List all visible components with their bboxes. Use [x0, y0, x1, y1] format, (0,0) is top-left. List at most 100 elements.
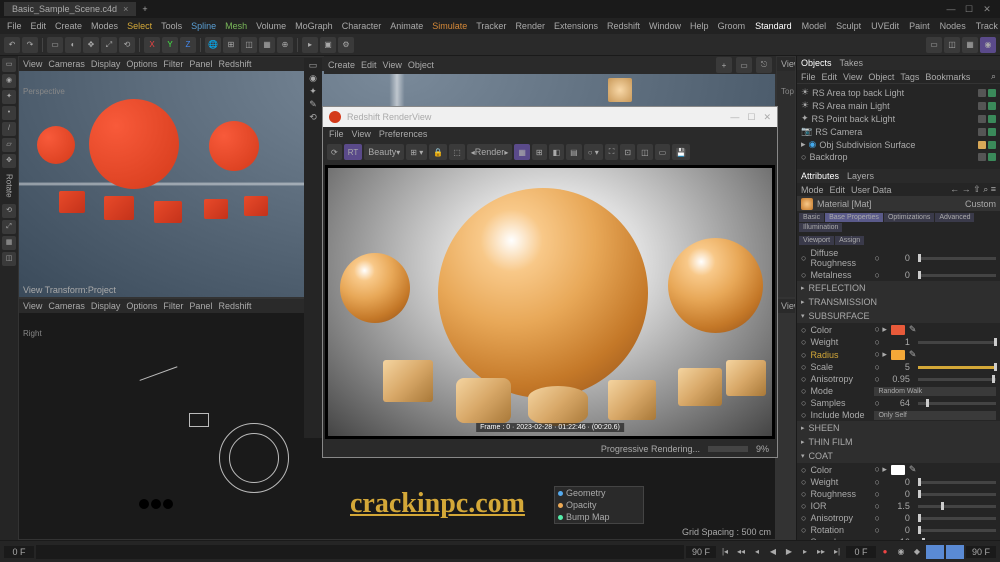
cameras-menu[interactable]: Cameras — [48, 59, 85, 69]
point-mode-icon[interactable]: • — [2, 106, 16, 120]
slider[interactable] — [918, 366, 996, 369]
marker-icon[interactable] — [926, 545, 944, 559]
autokey-icon[interactable]: ◉ — [894, 545, 908, 559]
node-port[interactable]: Geometry — [566, 488, 606, 498]
link-icon[interactable]: ⎋ — [756, 57, 772, 73]
close-icon[interactable]: ✕ — [763, 112, 771, 123]
next-frame-icon[interactable]: ▸ — [798, 545, 812, 559]
attr-edit-menu[interactable]: Edit — [830, 185, 846, 195]
render-window-titlebar[interactable]: Redshift RenderView — ☐ ✕ — [323, 107, 777, 127]
tab-basic[interactable]: Basic — [799, 213, 824, 222]
display-menu[interactable]: Display — [91, 59, 121, 69]
obj-edit-menu[interactable]: Edit — [822, 72, 838, 82]
render-canvas[interactable]: Frame : 0 · 2023-02-28 · 01:22:46 · (00:… — [325, 165, 775, 439]
render-settings-icon[interactable]: ⚙ — [338, 37, 354, 53]
document-tab[interactable]: Basic_Sample_Scene.c4d × — [4, 2, 136, 16]
slider[interactable] — [918, 505, 996, 508]
tool-icon[interactable]: ▭ — [309, 60, 318, 71]
range-end-field[interactable]: 90 F — [966, 546, 996, 558]
expand-icon[interactable]: ▸ — [801, 139, 806, 150]
refresh-icon[interactable]: ⟳ — [327, 144, 342, 160]
coord-icon[interactable]: ⊕ — [277, 37, 293, 53]
preset-dropdown[interactable]: Custom — [965, 199, 996, 209]
snap-icon[interactable]: ⊞ — [223, 37, 239, 53]
tab-optimizations[interactable]: Optimizations — [884, 213, 934, 222]
prop-value[interactable]: 0 — [884, 270, 914, 280]
slider[interactable] — [918, 481, 996, 484]
rotate-tool-icon[interactable]: ⟲ — [2, 204, 16, 218]
eyedropper-icon[interactable]: ✎ — [909, 349, 917, 360]
layout-icon[interactable]: ◉ — [980, 37, 996, 53]
slider[interactable] — [918, 402, 996, 405]
obj-file-menu[interactable]: File — [801, 72, 816, 82]
layout-standard[interactable]: Standard — [752, 20, 795, 32]
prop-value[interactable]: 1 — [884, 337, 914, 347]
filter-menu[interactable]: Filter — [163, 59, 183, 69]
lock-icon[interactable]: 🔒 — [429, 144, 447, 160]
section-coat[interactable]: ▾COAT — [797, 449, 1000, 463]
layout-sculpt[interactable]: Sculpt — [833, 20, 864, 32]
node-port[interactable]: Opacity — [566, 500, 597, 510]
menu-mesh[interactable]: Mesh — [222, 20, 250, 32]
redshift-menu[interactable]: Redshift — [218, 59, 251, 69]
slider[interactable] — [918, 257, 996, 260]
aov-icon[interactable]: ⊞ ▾ — [406, 144, 427, 160]
layers-tab[interactable]: Layers — [847, 171, 874, 181]
add-icon[interactable]: + — [716, 57, 732, 73]
mode-dropdown[interactable]: Random Walk — [874, 387, 996, 396]
scale-icon[interactable]: ⤢ — [101, 37, 117, 53]
edge-mode-icon[interactable]: / — [2, 122, 16, 136]
tab-illumination[interactable]: Illumination — [799, 223, 842, 232]
menu-render[interactable]: Render — [512, 20, 548, 32]
tab-advanced[interactable]: Advanced — [935, 213, 974, 222]
slider[interactable] — [918, 341, 996, 344]
next-key-icon[interactable]: ▸▸ — [814, 545, 828, 559]
layout-icon[interactable]: ▭ — [926, 37, 942, 53]
crop-icon[interactable]: ⬚ — [449, 144, 465, 160]
render-region-icon[interactable]: ▣ — [320, 37, 336, 53]
rt-button[interactable]: RT — [344, 144, 363, 160]
goto-end-icon[interactable]: ▸| — [830, 545, 844, 559]
color-swatch[interactable] — [891, 465, 905, 475]
render-icon[interactable]: ▸ — [302, 37, 318, 53]
layout-groom[interactable]: Groom — [715, 20, 749, 32]
tab-assign[interactable]: Assign — [835, 236, 864, 245]
slider[interactable] — [918, 274, 996, 277]
fit-icon[interactable]: ⛶ — [605, 144, 619, 160]
panel-menu[interactable]: Panel — [189, 59, 212, 69]
tool-icon[interactable]: ✦ — [309, 86, 317, 97]
play-back-icon[interactable]: ◀ — [766, 545, 780, 559]
layout-track[interactable]: Track — [973, 20, 1000, 32]
tab-viewport[interactable]: Viewport — [799, 236, 834, 245]
layout-icon[interactable]: ◫ — [944, 37, 960, 53]
play-icon[interactable]: ▶ — [782, 545, 796, 559]
prev-key-icon[interactable]: ◂◂ — [734, 545, 748, 559]
scale-tool-icon[interactable]: ⤢ — [2, 220, 16, 234]
grid-icon[interactable]: ▦ — [259, 37, 275, 53]
attributes-tab[interactable]: Attributes — [801, 171, 839, 181]
goto-start-icon[interactable]: |◂ — [718, 545, 732, 559]
workplane-mode-icon[interactable]: ◫ — [2, 252, 16, 266]
beauty-dropdown[interactable]: Beauty ▾ — [364, 144, 404, 160]
attr-mode-menu[interactable]: Mode — [801, 185, 824, 195]
prop-value[interactable]: 0.95 — [884, 374, 914, 384]
attr-userdata-menu[interactable]: User Data — [851, 185, 892, 195]
menu-file[interactable]: File — [4, 20, 25, 32]
layers-icon[interactable]: ▤ — [566, 144, 582, 160]
close-window-icon[interactable]: ✕ — [982, 4, 992, 15]
region-icon[interactable]: ◫ — [637, 144, 653, 160]
menu-volume[interactable]: Volume — [253, 20, 289, 32]
menu-tools[interactable]: Tools — [158, 20, 185, 32]
close-tab-icon[interactable]: × — [123, 4, 128, 14]
filter-menu[interactable]: Filter — [163, 301, 183, 311]
key-icon[interactable]: ◆ — [910, 545, 924, 559]
color-swatch[interactable] — [891, 325, 905, 335]
edit-menu[interactable]: Edit — [361, 60, 377, 70]
current-frame-field[interactable]: 0 F — [846, 546, 876, 558]
world-icon[interactable]: 🌐 — [205, 37, 221, 53]
menu-animate[interactable]: Animate — [387, 20, 426, 32]
object-row[interactable]: ○Backdrop — [801, 151, 996, 163]
prop-value[interactable]: 5 — [884, 362, 914, 372]
menu-edit[interactable]: Edit — [28, 20, 50, 32]
options-menu[interactable]: Options — [126, 59, 157, 69]
